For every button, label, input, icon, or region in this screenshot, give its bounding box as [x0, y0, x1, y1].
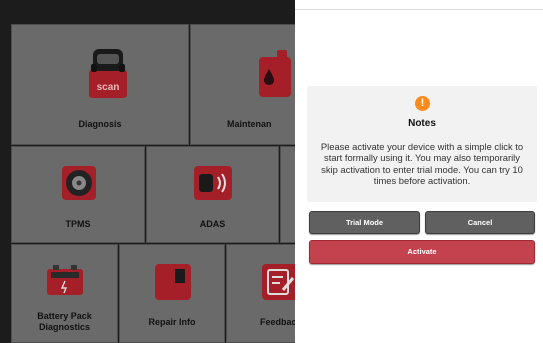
panel-divider	[295, 9, 543, 10]
diagnosis-label: Diagnosis	[78, 119, 122, 129]
top-status-bar	[0, 0, 295, 10]
repair-info-tile[interactable]: Repair Info	[119, 244, 225, 343]
trial-mode-button[interactable]: Trial Mode	[309, 211, 420, 234]
tire-icon	[61, 165, 97, 206]
notes-message: Please activate your device with a simpl…	[320, 141, 524, 186]
maintenance-label: Maintenan	[227, 119, 272, 129]
repair-info-label: Repair Info	[148, 317, 196, 327]
tpms-tile[interactable]: TPMS	[11, 146, 145, 243]
diagnosis-tile[interactable]: scan Diagnosis	[11, 24, 189, 145]
warning-icon: !	[415, 96, 430, 111]
partial-tile-right[interactable]	[280, 146, 295, 243]
scan-car-icon: scan	[80, 47, 136, 106]
svg-text:scan: scan	[97, 82, 120, 93]
oil-can-icon	[257, 47, 293, 106]
home-menu-panel: scan Diagnosis Maintenan TPMS ADAS Batte…	[0, 0, 295, 343]
cancel-button[interactable]: Cancel	[425, 211, 535, 234]
activate-button[interactable]: Activate	[309, 240, 535, 264]
adas-radar-icon	[193, 165, 233, 206]
battery-pack-tile[interactable]: Battery Pack Diagnostics	[11, 244, 118, 343]
maintenance-tile[interactable]: Maintenan	[190, 24, 295, 145]
adas-label: ADAS	[199, 219, 226, 229]
repair-book-icon	[154, 263, 192, 306]
notes-card: ! Notes Please activate your device with…	[307, 86, 537, 202]
adas-tile[interactable]: ADAS	[146, 146, 279, 243]
battery-pack-label: Battery Pack Diagnostics	[37, 311, 92, 332]
feedback-label: Feedbac	[260, 317, 295, 327]
notes-title: Notes	[408, 118, 436, 129]
battery-icon	[45, 263, 85, 302]
tpms-label: TPMS	[65, 219, 91, 229]
feedback-tile[interactable]: Feedbac	[226, 244, 295, 343]
feedback-icon	[261, 263, 295, 306]
